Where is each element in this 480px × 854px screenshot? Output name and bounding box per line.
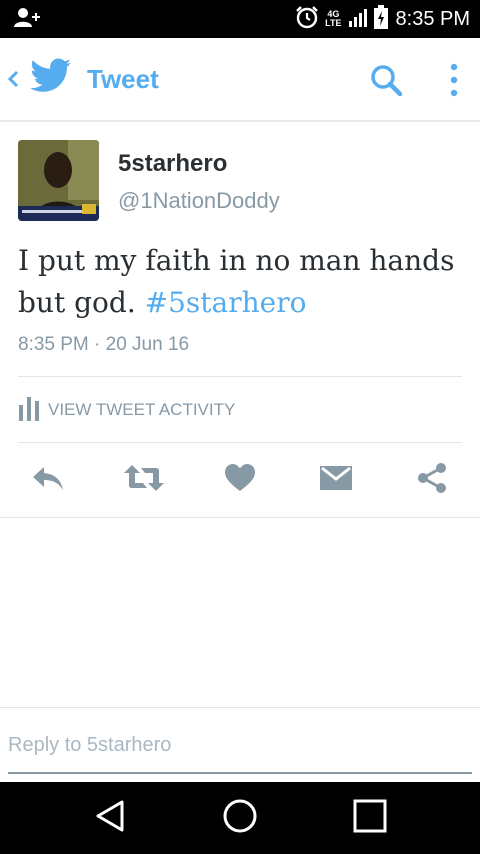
reply-button[interactable] (26, 460, 70, 500)
status-bar: 4G LTE 8:35 PM (0, 0, 480, 38)
share-icon (416, 462, 448, 499)
view-tweet-activity-button[interactable]: VIEW TWEET ACTIVITY (18, 393, 235, 427)
tweet-text: I put my faith in no man hands but god. … (18, 240, 470, 324)
user-handle[interactable]: @1NationDoddy (118, 188, 280, 214)
recents-square-icon (353, 799, 387, 838)
back-nav-button[interactable] (80, 796, 140, 840)
home-circle-icon (222, 798, 258, 839)
back-triangle-icon (94, 799, 126, 838)
network-lte-label: LTE (325, 18, 342, 28)
add-person-icon (14, 7, 40, 34)
app-bar: Tweet (0, 38, 480, 122)
network-type-indicator: 4G LTE (325, 10, 341, 28)
hashtag-link[interactable]: #5starhero (145, 286, 307, 319)
twitter-bird-icon[interactable] (30, 58, 72, 99)
signal-icon (348, 7, 368, 32)
status-time: 8:35 PM (395, 7, 470, 30)
reply-input[interactable]: Reply to 5starhero (8, 726, 472, 774)
retweet-button[interactable] (122, 460, 166, 500)
view-tweet-activity-label: VIEW TWEET ACTIVITY (48, 400, 236, 419)
tweet-timestamp: 8:35 PM · 20 Jun 16 (18, 334, 190, 355)
divider (0, 517, 480, 518)
battery-charging-icon (373, 4, 388, 34)
like-icon (224, 463, 256, 498)
divider (0, 707, 480, 708)
like-button[interactable] (218, 460, 262, 500)
reply-icon (30, 463, 66, 498)
avatar[interactable] (18, 140, 99, 221)
page-title: Tweet (87, 64, 159, 94)
more-options-button[interactable] (436, 58, 472, 102)
bar-chart-icon (18, 395, 40, 426)
retweet-icon (123, 463, 165, 498)
divider (18, 442, 462, 443)
divider (18, 376, 462, 377)
direct-message-icon (319, 464, 353, 497)
more-vertical-icon (436, 63, 472, 106)
alarm-icon (295, 5, 319, 34)
search-icon (364, 65, 408, 106)
display-name[interactable]: 5starhero (118, 150, 227, 178)
recents-nav-button[interactable] (340, 796, 400, 840)
navigation-bar (0, 782, 480, 854)
chevron-left-icon[interactable] (6, 62, 24, 96)
direct-message-button[interactable] (314, 460, 358, 500)
search-button[interactable] (364, 58, 408, 102)
home-nav-button[interactable] (210, 796, 270, 840)
share-button[interactable] (410, 460, 454, 500)
